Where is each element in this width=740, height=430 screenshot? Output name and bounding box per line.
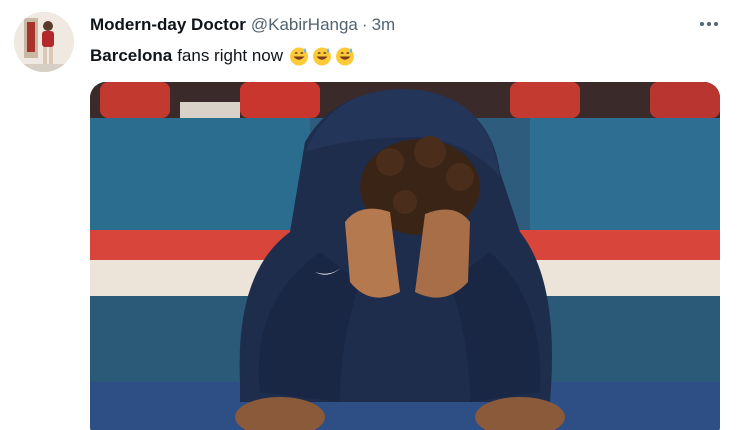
more-options-icon[interactable] <box>694 12 724 36</box>
tweet-card[interactable]: Modern-day Doctor @KabirHanga · 3m Barce… <box>0 0 740 430</box>
tweet-text-bold: Barcelona <box>90 46 173 65</box>
display-name[interactable]: Modern-day Doctor <box>90 15 246 35</box>
player-hiding-face-photo <box>90 82 720 430</box>
emoji-group <box>289 46 355 66</box>
avatar[interactable] <box>14 12 74 72</box>
tweet-header: Modern-day Doctor @KabirHanga · 3m <box>90 15 395 37</box>
grinning-sweat-emoji <box>313 47 332 66</box>
tweet-media-photo[interactable] <box>90 82 720 430</box>
tweet-text-rest: fans right now <box>177 46 284 65</box>
user-handle[interactable]: @KabirHanga <box>251 15 358 35</box>
avatar-image <box>14 12 74 72</box>
tweet-text: Barcelona fans right now <box>90 44 355 68</box>
grinning-sweat-emoji <box>290 47 309 66</box>
timestamp[interactable]: 3m <box>372 15 396 35</box>
grinning-sweat-emoji <box>336 47 355 66</box>
separator-dot: · <box>361 15 368 34</box>
